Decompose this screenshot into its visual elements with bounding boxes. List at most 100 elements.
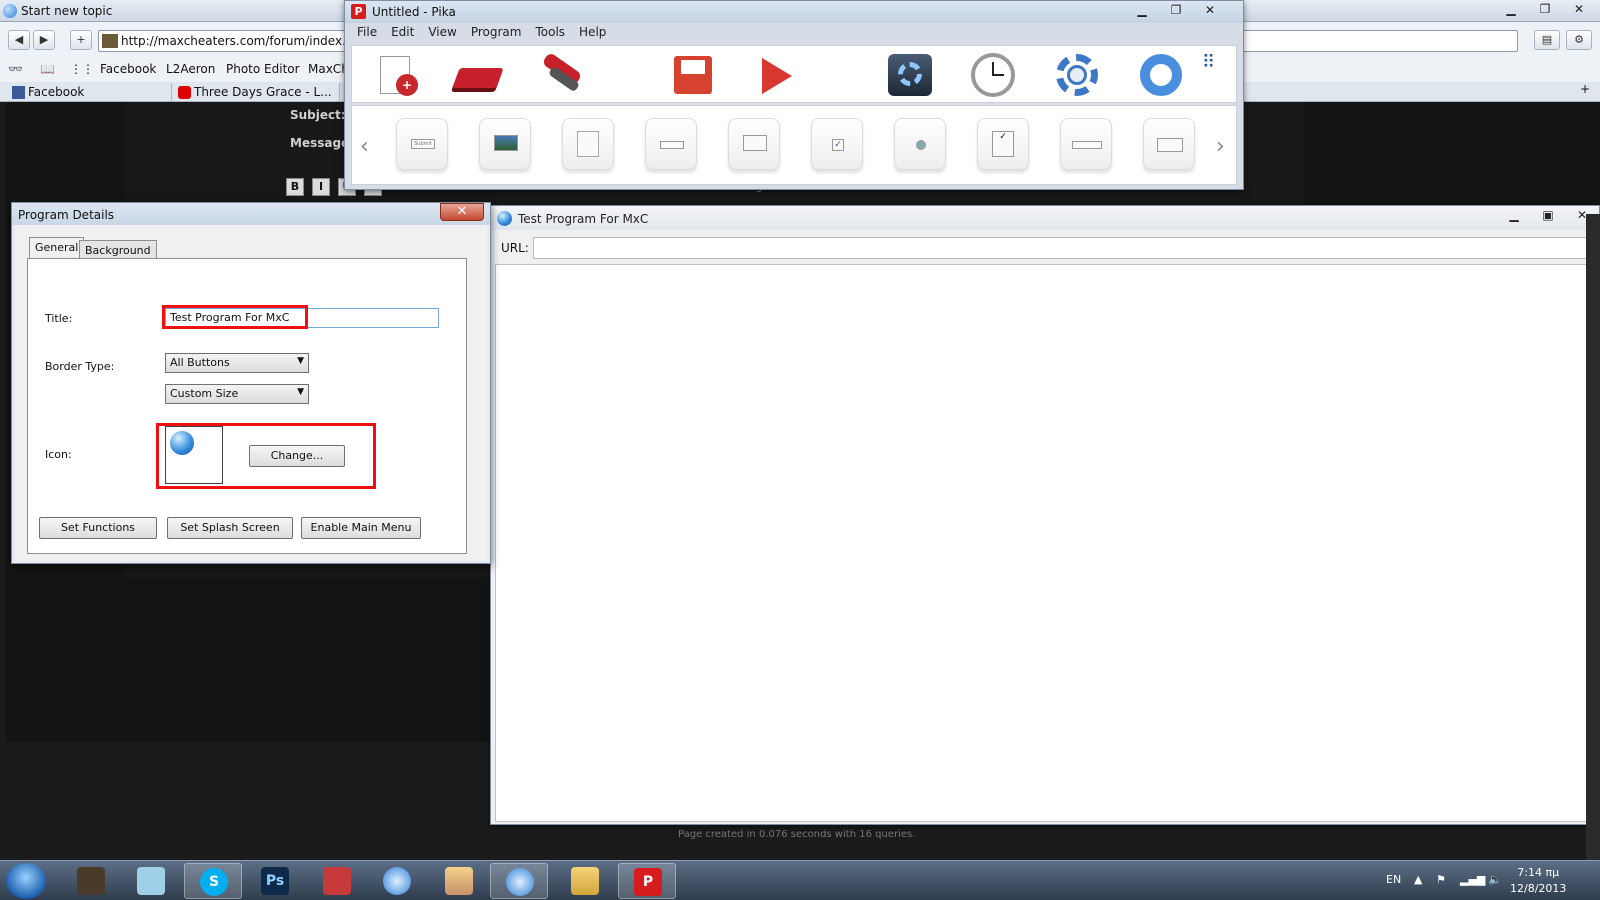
menu-edit[interactable]: Edit [391,25,414,45]
forward-icon[interactable]: ▶ [33,30,55,50]
network-signal-icon[interactable]: ▂▄▆ [1460,873,1485,886]
maximize-icon[interactable]: ❐ [1159,1,1193,19]
pika-window: P Untitled - Pika ▁ ❐ ✕ File Edit View P… [344,0,1244,190]
maximize-icon[interactable]: ❐ [1528,0,1562,18]
panel-control[interactable] [728,118,780,170]
add-tab-icon[interactable]: + [1580,82,1590,96]
url-label: URL: [501,241,529,255]
settings-gear-icon[interactable]: ⚙ [1566,30,1592,50]
minimize-icon[interactable]: ▁ [1494,0,1528,18]
apps-grid-icon[interactable]: ⋮⋮ [70,62,94,76]
menu-file[interactable]: File [357,25,377,45]
menu-help[interactable]: Help [579,25,606,45]
tab-label: Three Days Grace - L... [194,85,332,99]
browser-canvas[interactable] [495,264,1597,822]
tab-background[interactable]: Background [79,240,157,258]
grip-icon[interactable]: ⠿ [1202,52,1216,98]
reading-glasses-icon[interactable]: 👓 [8,62,23,76]
youtube-icon [178,86,191,99]
textbox-control[interactable] [645,118,697,170]
page-menu-icon[interactable]: ▤ [1534,30,1560,50]
image-control[interactable] [479,118,531,170]
italic-button[interactable]: I [312,178,330,196]
pika-window-controls: ▁ ❐ ✕ [1125,1,1227,19]
action-center-flag-icon[interactable]: ⚑ [1436,873,1446,886]
clock-icon[interactable] [970,52,1016,98]
open-folder-icon[interactable] [452,52,504,98]
mp3-icon[interactable] [308,863,366,899]
book-icon[interactable]: 📖 [40,62,55,76]
pika-controls-strip: ‹ Submit ✓ ✓ › [351,105,1237,185]
settings-panel-icon[interactable] [886,52,932,98]
volume-icon[interactable]: 🔈 [1488,873,1502,886]
lineage-icon[interactable] [62,863,120,899]
list-control[interactable]: ✓ [977,118,1029,170]
menu-program[interactable]: Program [471,25,522,45]
details-title: Program Details [18,208,115,222]
page-scrollbar[interactable] [1586,214,1600,860]
bookmark-facebook[interactable]: Facebook [100,62,156,76]
lifebuoy-icon[interactable] [1138,52,1184,98]
test-program-titlebar: Test Program For MxC ▁ ▣ ✕ [491,206,1599,230]
close-icon[interactable]: ✕ [440,203,484,221]
safari-icon[interactable] [368,863,426,899]
pika-menubar: File Edit View Program Tools Help [351,25,606,45]
anime-icon[interactable] [430,863,488,899]
taskbar: S Ps P EN ▲ ⚑ ▂▄▆ 🔈 7:14 πμ 12/8/2013 [0,860,1600,900]
spinner-control[interactable] [1143,118,1195,170]
new-document-icon[interactable]: + [374,52,420,98]
close-icon[interactable]: ✕ [1193,1,1227,19]
menu-tools[interactable]: Tools [535,25,565,45]
checkbox-control[interactable]: ✓ [811,118,863,170]
pika-icon[interactable]: P [618,863,676,899]
minimize-icon[interactable]: ▁ [1497,206,1531,224]
back-icon[interactable]: ◀ [8,30,30,50]
explorer-icon[interactable] [556,863,614,899]
tab-general[interactable]: General [29,237,85,258]
close-icon[interactable]: ✕ [1562,0,1596,18]
pika-title: Untitled - Pika [372,5,456,19]
radio-control[interactable] [894,118,946,170]
site-favicon [102,34,118,48]
submit-label: Submit [411,139,435,149]
set-splash-screen-button[interactable]: Set Splash Screen [167,517,293,539]
enable-main-menu-button[interactable]: Enable Main Menu [301,517,421,539]
program-details-dialog: Program Details ✕ General Background Tit… [11,202,491,564]
combobox-control[interactable] [1060,118,1112,170]
scroll-right-icon[interactable]: › [1216,134,1225,159]
scroll-left-icon[interactable]: ‹ [360,134,369,159]
play-icon[interactable] [752,52,798,98]
notepad-icon[interactable] [122,863,180,899]
photoshop-icon[interactable]: Ps [246,863,304,899]
save-disk-icon[interactable] [670,52,716,98]
set-functions-button[interactable]: Set Functions [39,517,157,539]
chevron-down-icon: ▼ [297,356,304,366]
show-hidden-icons-icon[interactable]: ▲ [1414,873,1422,886]
tab-facebook[interactable]: Facebook [8,83,172,101]
browser-icon[interactable] [490,863,548,899]
minimize-icon[interactable]: ▁ [1125,1,1159,19]
url-row: URL: [495,232,1595,262]
bookmark-photo-editor[interactable]: Photo Editor [226,62,300,76]
clock[interactable]: 7:14 πμ 12/8/2013 [1510,865,1566,897]
submit-button-control[interactable]: Submit [396,118,448,170]
gear-icon[interactable] [1054,52,1100,98]
size-value: Custom Size [170,387,239,400]
bold-button[interactable]: B [286,178,304,196]
draw-control[interactable] [562,118,614,170]
border-type-label: Border Type: [45,360,115,373]
title-label: Title: [45,312,73,325]
language-indicator[interactable]: EN [1386,873,1401,886]
tab-three-days-grace[interactable]: Three Days Grace - L... [174,83,340,101]
border-type-select[interactable]: All Buttons ▼ [165,353,309,373]
size-select[interactable]: Custom Size ▼ [165,384,309,404]
bookmark-l2aeron[interactable]: L2Aeron [166,62,215,76]
new-tab-icon[interactable]: + [70,30,92,50]
url-input[interactable] [533,237,1593,259]
skype-icon[interactable]: S [184,863,242,899]
pika-app-icon: P [351,4,366,19]
stapler-icon[interactable] [538,51,584,98]
start-button[interactable] [6,863,46,899]
maximize-icon[interactable]: ▣ [1531,206,1565,224]
menu-view[interactable]: View [428,25,456,45]
